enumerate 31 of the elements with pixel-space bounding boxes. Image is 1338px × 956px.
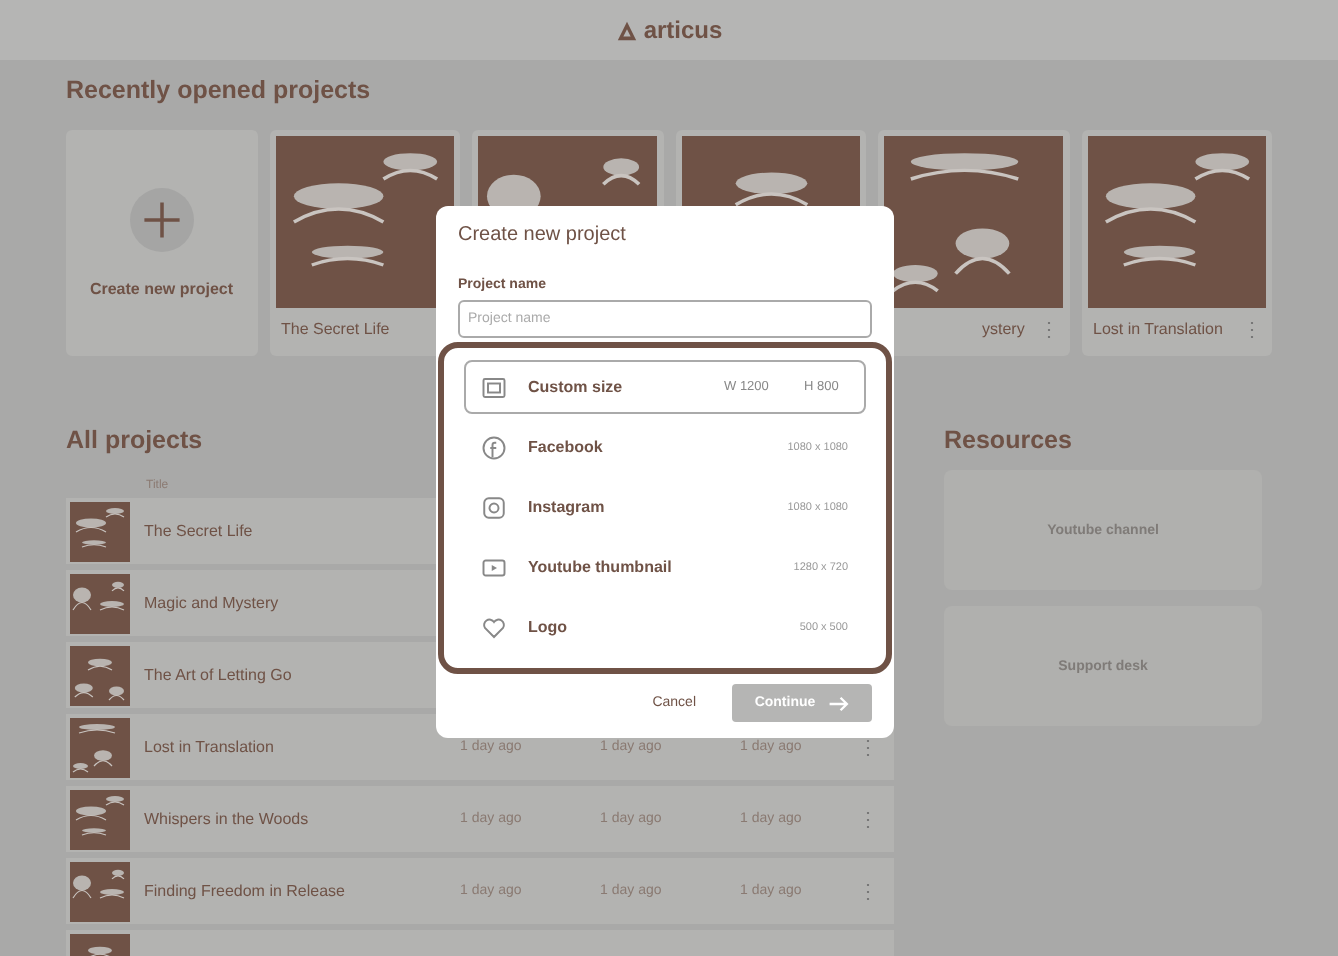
project-name: Lost in Translation <box>1093 320 1225 338</box>
more-icon[interactable]: ⋮ <box>858 879 878 903</box>
project-title: Whispers in the Woods <box>144 810 311 828</box>
create-project-card[interactable]: Create new project <box>66 130 257 356</box>
project-name: ystery <box>980 320 1027 338</box>
arrow-icon <box>827 695 850 711</box>
project-title: The Art of Letting Go <box>144 666 294 684</box>
project-name: The Secret Life <box>281 320 392 338</box>
more-icon[interactable]: ⋮ <box>858 735 878 759</box>
logo-icon <box>615 19 638 41</box>
project-card[interactable]: ystery ⋮ <box>878 130 1069 356</box>
logo-text: articus <box>643 16 723 44</box>
facebook-icon <box>482 435 506 459</box>
dialog-title: Create new project <box>458 224 628 246</box>
plus-icon <box>129 188 194 252</box>
project-card[interactable]: The Secret Life <box>269 130 460 356</box>
play-icon <box>482 555 506 579</box>
more-icon[interactable]: ⋮ <box>858 807 878 831</box>
project-title: The Secret Life <box>144 522 255 540</box>
section-title: Resources <box>944 426 1072 454</box>
project-title: Magic and Mystery <box>144 594 281 612</box>
section-title: All projects <box>66 426 203 454</box>
section-title: Recently opened projects <box>66 76 371 104</box>
more-icon[interactable]: ⋮ <box>1242 317 1262 341</box>
heart-icon <box>482 615 506 639</box>
camera-icon <box>482 495 506 519</box>
project-title: Lost in Translation <box>144 738 276 756</box>
more-icon[interactable]: ⋮ <box>1039 317 1059 341</box>
project-card[interactable]: Lost in Translation ⋮ <box>1081 130 1272 356</box>
project-title: Finding Freedom in Release <box>144 882 347 900</box>
frame-icon <box>482 375 506 399</box>
